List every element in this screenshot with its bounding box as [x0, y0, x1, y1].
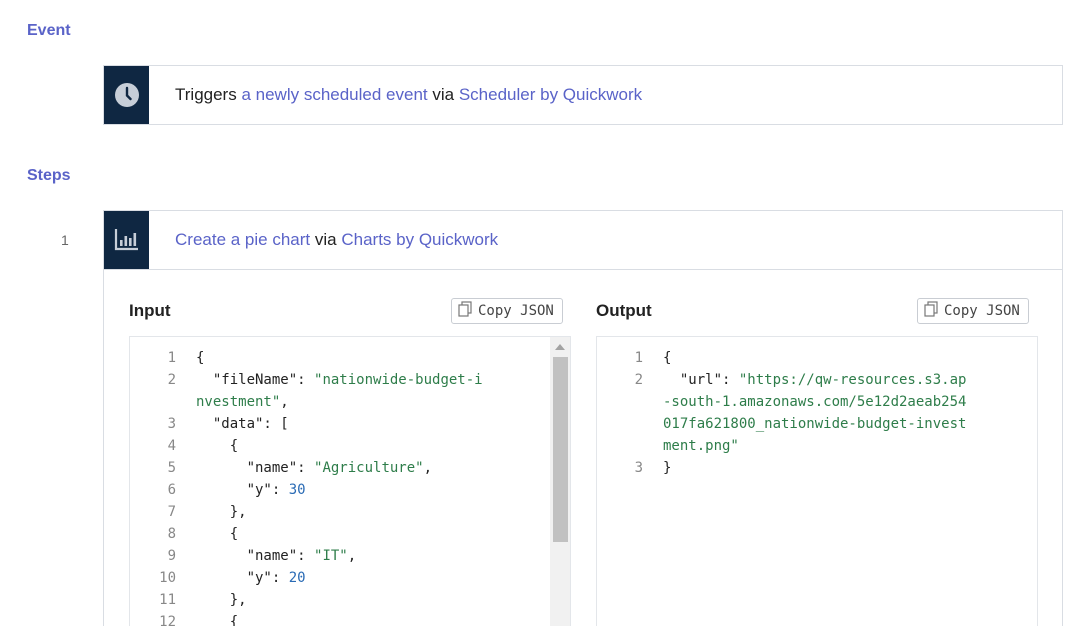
code-text: {	[196, 347, 204, 369]
copy-input-json-button[interactable]: Copy JSON	[451, 298, 563, 324]
charts-app-link[interactable]: Charts by Quickwork	[341, 230, 498, 250]
copy-output-json-label: Copy JSON	[944, 303, 1020, 319]
line-number: 1	[167, 350, 176, 366]
code-token: 20	[288, 570, 306, 586]
line-number: 12	[159, 614, 176, 626]
code-text: "y": 30	[196, 479, 306, 501]
scroll-thumb[interactable]	[553, 357, 568, 542]
code-token: {	[196, 350, 205, 366]
line-number: 5	[167, 460, 176, 476]
event-icon-box	[104, 66, 149, 124]
line-number: 6	[167, 482, 176, 498]
steps-section-title: Steps	[27, 167, 71, 184]
line-number: 2	[634, 372, 643, 388]
code-text: "url": "https://qw-resources.s3.ap	[663, 369, 967, 391]
code-token: ,	[423, 460, 433, 476]
step-action-card[interactable]: Create a pie chart via Charts by Quickwo…	[103, 210, 1063, 270]
code-token: }	[663, 460, 672, 476]
code-token: -south-1.amazonaws.com/5e12d2aeab254	[663, 394, 967, 410]
code-text: "name": "IT",	[196, 545, 357, 567]
line-number: 9	[167, 548, 176, 564]
code-token: ment.png"	[663, 438, 739, 454]
input-json-viewer[interactable]: 1{2 "fileName": "nationwide-budget-i nves…	[129, 336, 571, 626]
code-token: "name":	[196, 460, 315, 476]
bar-chart-icon	[114, 229, 138, 251]
code-token: "url":	[663, 372, 739, 388]
code-token: "name":	[196, 548, 315, 564]
code-token: 017fa621800_nationwide-budget-invest	[663, 416, 967, 432]
code-token: {	[196, 614, 239, 626]
line-number: 8	[167, 526, 176, 542]
output-json-viewer[interactable]: 1 {2 "url": "https://qw-resources.s3.ap -s…	[596, 336, 1038, 626]
line-number: 4	[167, 438, 176, 454]
output-title: Output	[596, 301, 652, 320]
code-text: "y": 20	[196, 567, 306, 589]
copy-input-json-label: Copy JSON	[478, 303, 554, 319]
event-prefix: Triggers	[175, 85, 237, 104]
line-number: 3	[634, 460, 643, 476]
code-text: }	[663, 457, 671, 479]
code-text: "data": [	[196, 413, 289, 435]
code-token: },	[196, 592, 247, 608]
code-token: "IT"	[314, 548, 348, 564]
code-token: },	[196, 504, 247, 520]
code-token: 30	[288, 482, 306, 498]
clock-icon	[114, 83, 139, 107]
code-text: 017fa621800_nationwide-budget-invest	[663, 413, 966, 435]
scroll-up-arrow-icon[interactable]	[555, 344, 565, 350]
code-token: "fileName":	[196, 372, 315, 388]
line-number: 1	[634, 350, 643, 366]
step-number: 1	[61, 232, 69, 248]
code-token: {	[663, 350, 672, 366]
line-number: 11	[159, 592, 176, 608]
scheduler-app-link[interactable]: Scheduler by Quickwork	[459, 85, 642, 105]
code-token: "https://qw-resources.s3.ap	[738, 372, 967, 388]
line-number: 7	[167, 504, 176, 520]
code-token: ,	[280, 394, 289, 410]
event-trigger-card[interactable]: Triggers a newly scheduled event via Sch…	[103, 65, 1063, 125]
code-text: {	[196, 435, 238, 457]
code-token: "Agriculture"	[314, 460, 424, 476]
input-title: Input	[129, 301, 171, 320]
action-link[interactable]: Create a pie chart	[175, 230, 310, 250]
copy-output-json-button[interactable]: Copy JSON	[917, 298, 1029, 324]
copy-icon	[458, 301, 472, 321]
code-token: {	[196, 438, 239, 454]
line-number: 3	[167, 416, 176, 432]
code-token: "data": [	[196, 416, 289, 432]
code-token: "nationwide-budget-i	[314, 372, 483, 388]
line-number: 10	[159, 570, 176, 586]
event-via: via	[432, 85, 455, 104]
code-text: -south-1.amazonaws.com/5e12d2aeab254	[663, 391, 966, 413]
code-token: ,	[347, 548, 357, 564]
event-section-title: Event	[27, 22, 71, 39]
code-text: ment.png"	[663, 435, 739, 457]
code-text: nvestment",	[196, 391, 289, 413]
code-text: {	[196, 611, 238, 626]
code-token: "y":	[196, 570, 289, 586]
code-text: {	[663, 347, 671, 369]
code-token: "y":	[196, 482, 289, 498]
trigger-link[interactable]: a newly scheduled event	[241, 85, 427, 105]
step-via: via	[314, 230, 337, 249]
step-icon-box	[104, 211, 149, 269]
line-number: 2	[167, 372, 176, 388]
code-token: {	[196, 526, 239, 542]
code-text: },	[196, 501, 247, 523]
copy-icon	[924, 301, 938, 321]
event-trigger-text: Triggers a newly scheduled event via Sch…	[175, 66, 642, 124]
step-action-text: Create a pie chart via Charts by Quickwo…	[175, 211, 498, 269]
code-token: nvestment"	[196, 394, 281, 410]
step-details-panel: Input Copy JSON 1 {2 "fileName": "nationw…	[103, 270, 1063, 626]
input-scrollbar[interactable]	[550, 337, 570, 626]
code-text: {	[196, 523, 238, 545]
code-text: "name": "Agriculture",	[196, 457, 432, 479]
code-text: "fileName": "nationwide-budget-i	[196, 369, 483, 391]
code-text: },	[196, 589, 247, 611]
